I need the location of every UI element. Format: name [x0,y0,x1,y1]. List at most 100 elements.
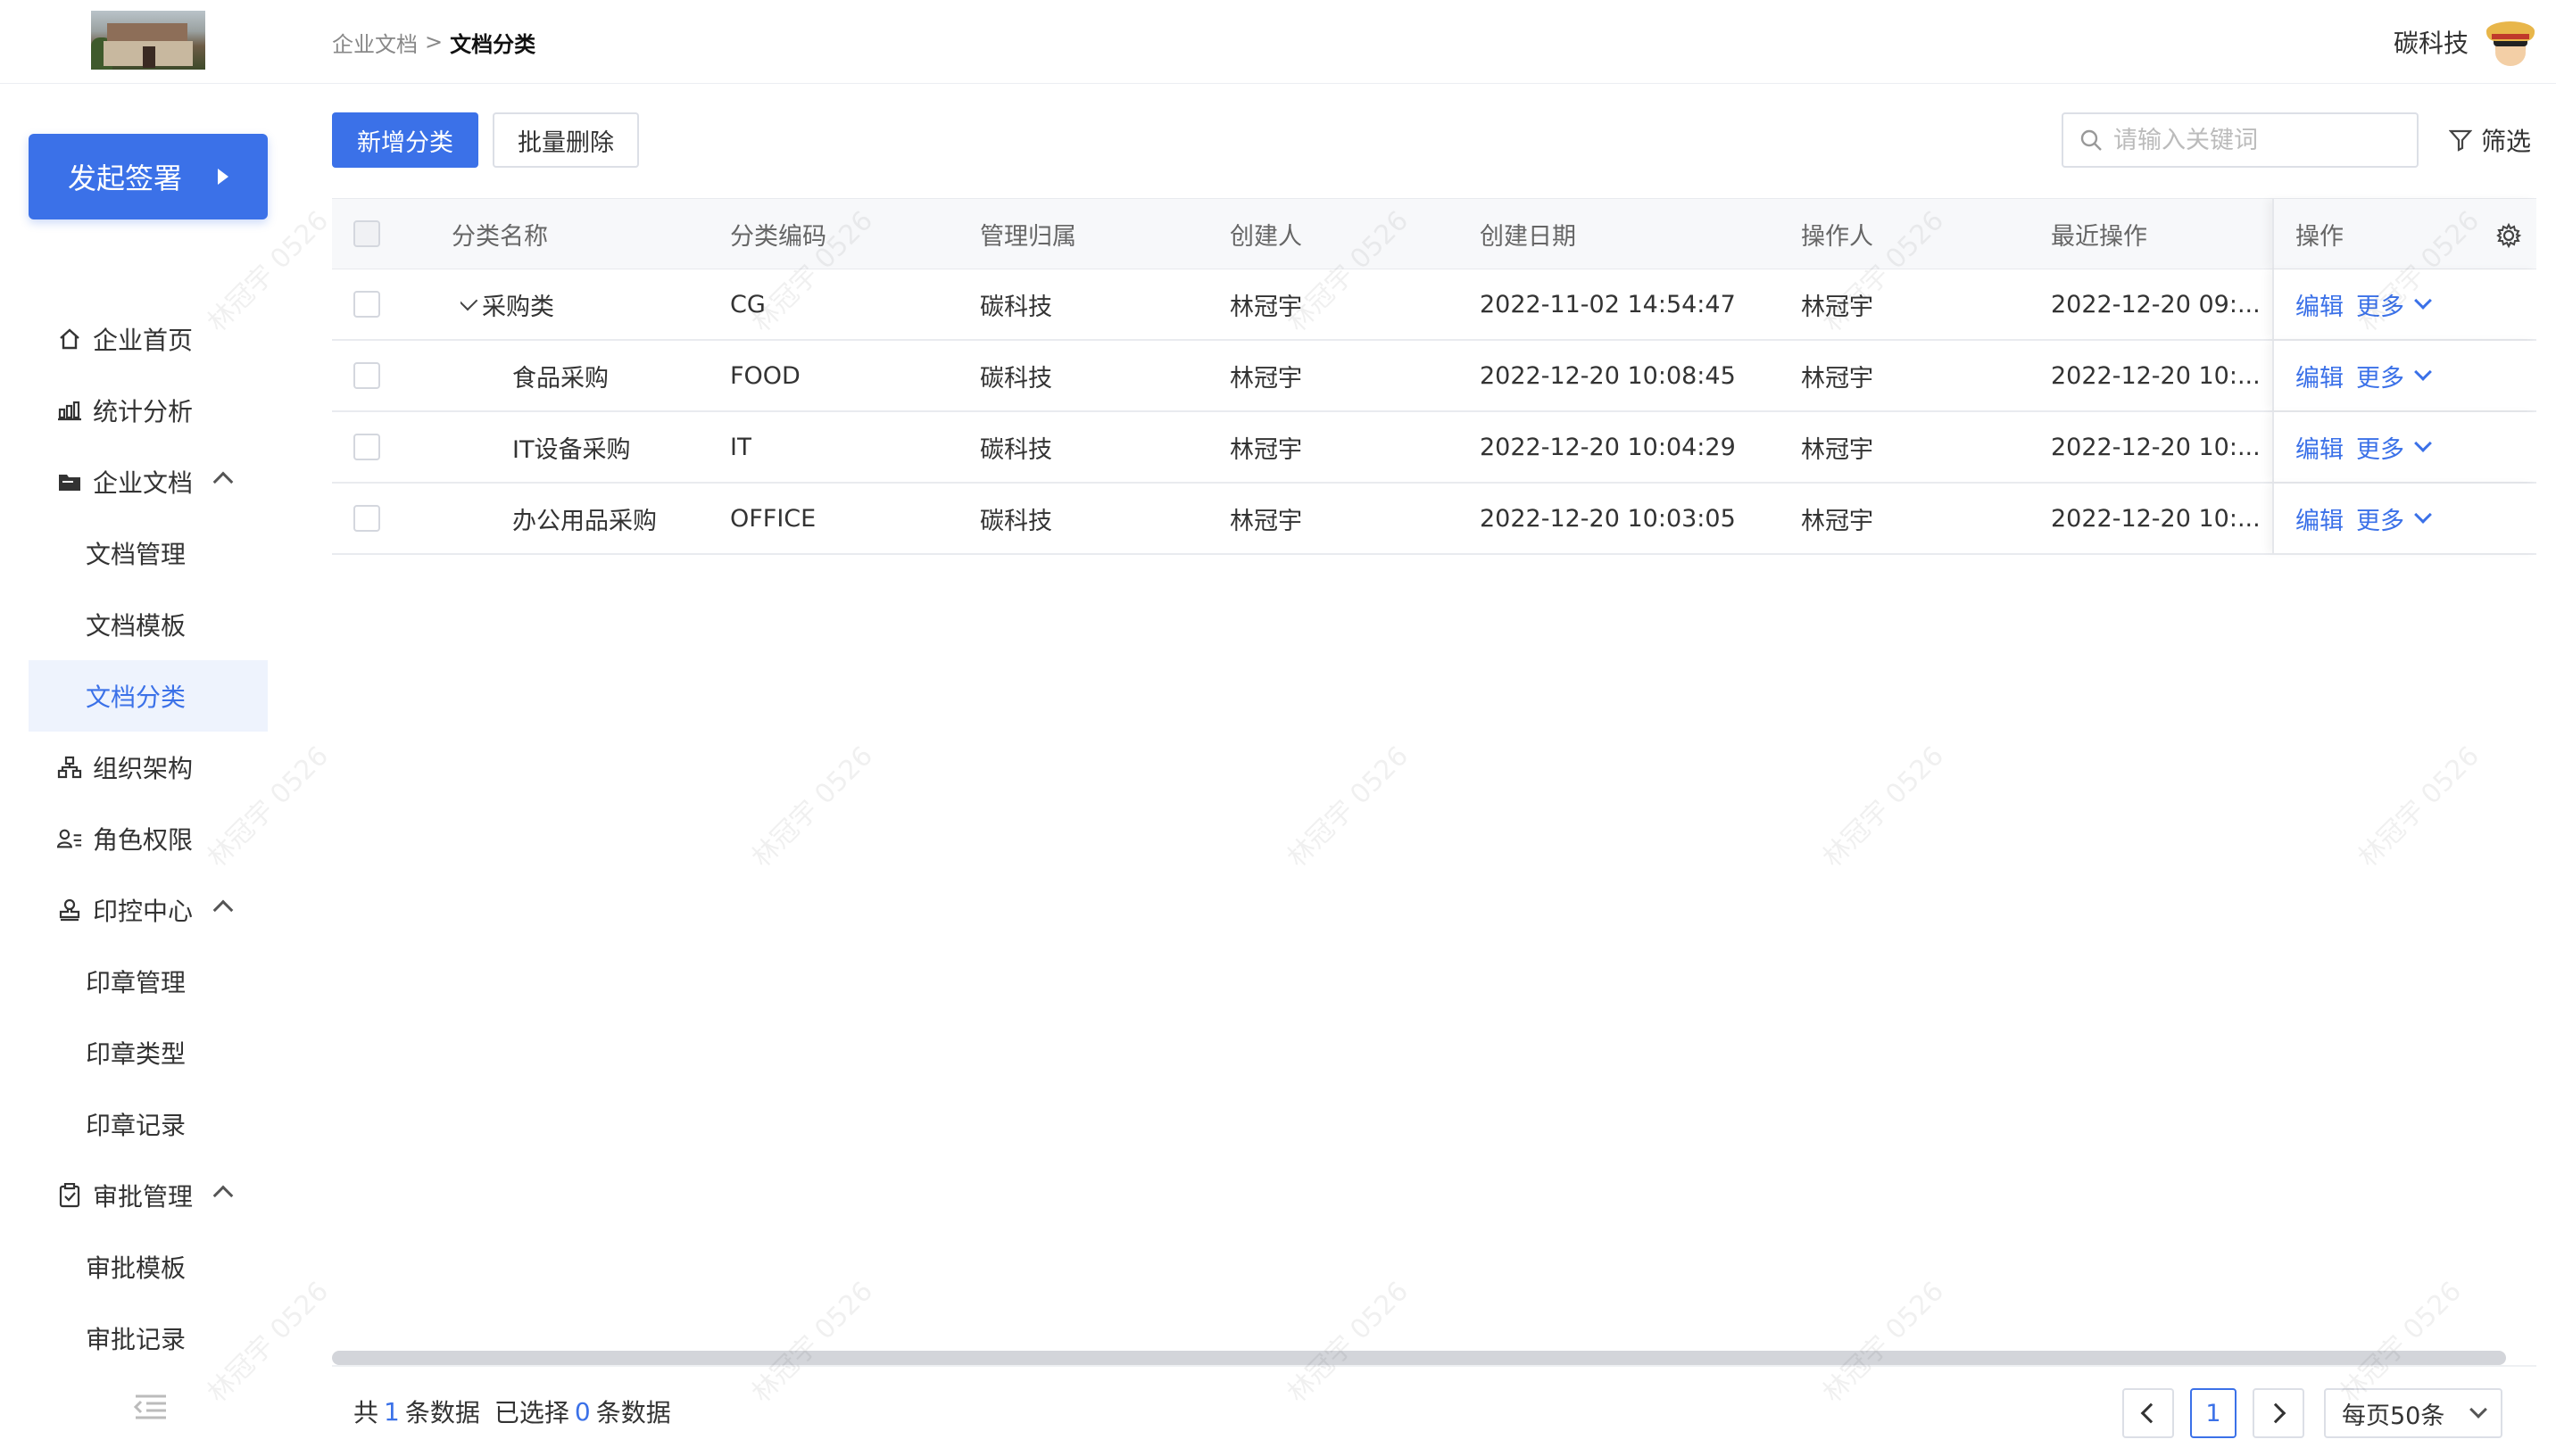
edit-link[interactable]: 编辑 [2295,430,2344,465]
cell-operator: 林冠宇 [1801,293,1873,321]
sidebar-item-label: 企业文档 [93,468,194,498]
row-actions: 编辑 更多 [2272,341,2536,410]
cell-operator: 林冠宇 [1801,364,1873,393]
sidebar-item-home[interactable]: 企业首页 [29,303,268,375]
cell-created-date: 2022-11-02 14:54:47 [1480,290,1736,318]
row-actions: 编辑 更多 [2272,484,2536,553]
sidebar-item-seal-records[interactable]: 印章记录 [29,1088,268,1160]
bar-chart-icon [57,398,82,423]
sidebar-item-org-structure[interactable]: 组织架构 [29,732,268,803]
col-header-code[interactable]: 分类编码 [730,199,826,269]
table-row[interactable]: 办公用品采购 OFFICE 碳科技 林冠宇 2022-12-20 10:03:0… [332,484,2536,555]
batch-delete-button[interactable]: 批量删除 [493,112,639,168]
sidebar-item-seal-types[interactable]: 印章类型 [29,1017,268,1088]
sidebar-item-roles[interactable]: 角色权限 [29,803,268,874]
sidebar-item-label: 审批管理 [93,1182,194,1212]
row-checkbox[interactable] [353,291,380,318]
caret-right-icon [218,169,228,185]
sidebar-item-seal-center[interactable]: 印控中心 [29,874,268,946]
edit-link[interactable]: 编辑 [2295,287,2344,322]
user-menu[interactable]: 碳科技 [2394,12,2538,71]
sidebar-item-label: 印控中心 [93,897,194,926]
table-row[interactable]: IT设备采购 IT 碳科技 林冠宇 2022-12-20 10:04:29 林冠… [332,412,2536,484]
col-header-owner[interactable]: 管理归属 [980,199,1076,269]
select-all-checkbox[interactable] [353,220,380,247]
chevron-up-icon[interactable] [212,471,234,492]
edit-link[interactable]: 编辑 [2295,359,2344,393]
folder-icon [57,469,82,494]
sidebar-item-label: 印章管理 [86,968,187,997]
sidebar-item-label: 印章类型 [86,1039,187,1069]
chevron-down-icon [2469,1401,2487,1419]
table-row[interactable]: 采购类 CG 碳科技 林冠宇 2022-11-02 14:54:47 林冠宇 2… [332,269,2536,341]
chevron-up-icon[interactable] [212,1185,234,1206]
category-table: 分类名称 分类编码 管理归属 创建人 创建日期 操作人 最近操作 操作 采购类 … [332,198,2536,555]
page-size-select[interactable]: 每页50条 [2324,1388,2502,1438]
row-checkbox[interactable] [353,434,380,460]
breadcrumb-current: 文档分类 [450,31,536,57]
sidebar-item-label: 审批模板 [86,1253,187,1283]
col-header-created-date[interactable]: 创建日期 [1480,199,1576,269]
sidebar-item-seal-management[interactable]: 印章管理 [29,946,268,1017]
sidebar-item-approval-templates[interactable]: 审批模板 [29,1231,268,1303]
chevron-down-icon [2414,363,2432,381]
chevron-left-icon [2140,1402,2162,1424]
sidebar-item-label: 文档分类 [86,682,187,712]
actions-header-label: 操作 [2295,222,2344,251]
main-content: 新增分类 批量删除 筛选 分类名称 分类编码 管理归属 创建人 创建日期 操作人… [302,84,2556,1456]
more-dropdown[interactable]: 更多 [2356,287,2432,322]
col-header-operator[interactable]: 操作人 [1801,199,1873,269]
add-category-button[interactable]: 新增分类 [332,112,478,168]
col-header-creator[interactable]: 创建人 [1230,199,1302,269]
horizontal-scrollbar[interactable] [332,1351,2506,1365]
row-checkbox[interactable] [353,362,380,389]
sidebar-item-doc-categories[interactable]: 文档分类 [29,660,268,732]
cell-last-operation: 2022-12-20 09:... [2051,290,2261,318]
home-icon [57,327,82,352]
filter-button[interactable]: 筛选 [2449,120,2531,161]
cell-creator: 林冠宇 [1230,293,1302,321]
row-checkbox[interactable] [353,505,380,532]
sidebar-item-approval-records[interactable]: 审批记录 [29,1303,268,1374]
clipboard-icon [57,1183,82,1208]
sidebar-item-label: 审批记录 [86,1325,187,1354]
cell-last-operation: 2022-12-20 10:... [2051,433,2261,461]
sidebar-item-approval[interactable]: 审批管理 [29,1160,268,1231]
more-dropdown[interactable]: 更多 [2356,359,2432,393]
cell-creator: 林冠宇 [1230,435,1302,464]
page-number-button[interactable]: 1 [2190,1388,2236,1438]
cell-created-date: 2022-12-20 10:04:29 [1480,433,1736,461]
search-input[interactable] [2113,126,2399,154]
user-name[interactable]: 碳科技 [2394,24,2469,60]
col-header-last-operation[interactable]: 最近操作 [2051,199,2147,269]
chevron-down-icon[interactable] [461,290,478,311]
more-dropdown[interactable]: 更多 [2356,501,2432,536]
table-row[interactable]: 食品采购 FOOD 碳科技 林冠宇 2022-12-20 10:08:45 林冠… [332,341,2536,412]
next-page-button[interactable] [2253,1388,2304,1438]
cell-created-date: 2022-12-20 10:08:45 [1480,361,1736,390]
more-dropdown[interactable]: 更多 [2356,430,2432,465]
edit-link[interactable]: 编辑 [2295,501,2344,536]
sidebar-item-statistics[interactable]: 统计分析 [29,375,268,446]
sidebar-item-label: 企业首页 [93,326,194,355]
col-header-name[interactable]: 分类名称 [452,199,548,269]
sidebar-item-enterprise-docs[interactable]: 企业文档 [29,446,268,517]
gear-icon[interactable] [2495,222,2522,249]
start-signing-button[interactable]: 发起签署 [29,134,268,219]
avatar[interactable] [2483,14,2538,70]
collapse-menu-icon[interactable] [132,1394,168,1420]
top-header: 企业文档 > 文档分类 碳科技 [0,0,2556,84]
chevron-up-icon[interactable] [212,899,234,921]
total-suffix: 条数据 [404,1398,480,1427]
cell-code: IT [730,433,752,461]
chevron-down-icon [2414,506,2432,524]
selected-count: 0 [574,1396,591,1427]
cell-creator: 林冠宇 [1230,364,1302,393]
company-logo[interactable] [91,11,205,70]
total-prefix: 共 [353,1398,379,1427]
breadcrumb-parent[interactable]: 企业文档 [332,27,418,58]
sidebar-item-doc-templates[interactable]: 文档模板 [29,589,268,660]
prev-page-button[interactable] [2122,1388,2174,1438]
sidebar-item-doc-management[interactable]: 文档管理 [29,517,268,589]
cell-owner: 碳科技 [980,293,1052,321]
